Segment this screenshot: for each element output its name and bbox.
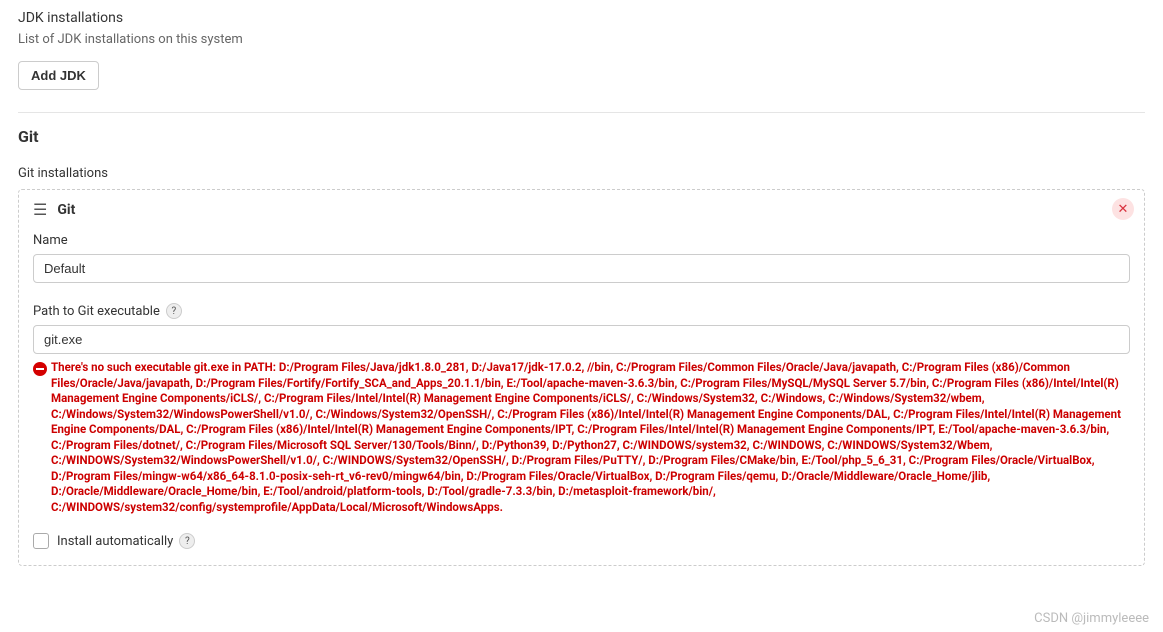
git-item-title: Git bbox=[57, 202, 75, 218]
help-icon[interactable]: ? bbox=[179, 533, 195, 549]
git-path-input[interactable] bbox=[33, 325, 1130, 354]
watermark: CSDN @jimmyleeee bbox=[1034, 611, 1149, 626]
name-field-label: Name bbox=[33, 233, 1130, 248]
add-jdk-button[interactable]: Add JDK bbox=[18, 61, 99, 90]
remove-git-button[interactable]: ✕ bbox=[1112, 198, 1134, 220]
drag-handle-icon[interactable]: ☰ bbox=[33, 200, 47, 219]
section-divider bbox=[18, 112, 1145, 113]
jdk-installations-desc: List of JDK installations on this system bbox=[18, 32, 1145, 47]
path-field-label: Path to Git executable bbox=[33, 304, 160, 319]
install-automatically-checkbox[interactable] bbox=[33, 533, 49, 549]
install-automatically-label: Install automatically bbox=[57, 534, 173, 549]
git-installations-label: Git installations bbox=[18, 166, 1145, 181]
git-name-input[interactable] bbox=[33, 254, 1130, 283]
jdk-installations-title: JDK installations bbox=[18, 10, 1145, 26]
help-icon[interactable]: ? bbox=[166, 303, 182, 319]
error-icon bbox=[33, 362, 47, 376]
git-heading: Git bbox=[18, 127, 1145, 146]
close-icon: ✕ bbox=[1118, 201, 1129, 217]
git-path-error: There's no such executable git.exe in PA… bbox=[51, 360, 1130, 515]
git-installation-item: ☰ Git ✕ Name Path to Git executable ? Th… bbox=[18, 189, 1145, 566]
